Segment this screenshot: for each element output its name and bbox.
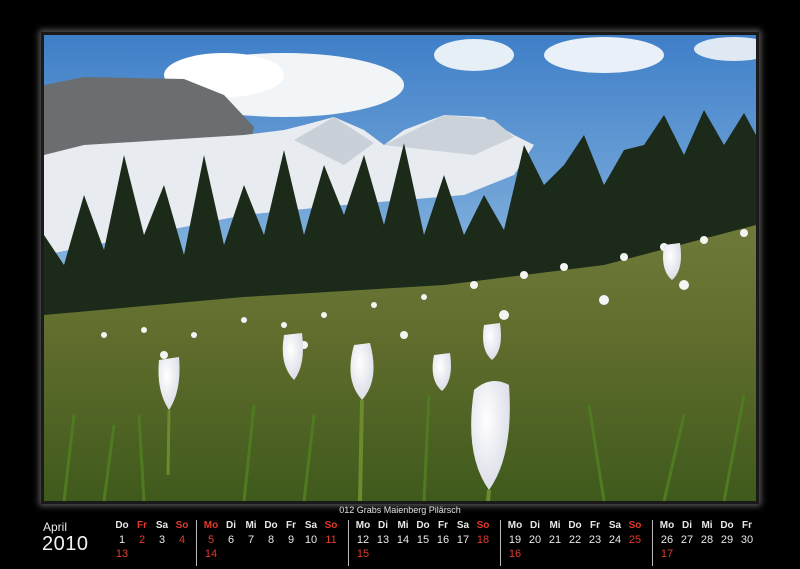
weekday-label: Fr	[590, 520, 600, 531]
week-1: Do Fr Sa So 1 2 3 4 13	[108, 520, 194, 566]
weekday-label: Di	[682, 520, 692, 531]
weekday-label: Fr	[286, 520, 296, 531]
weekday-header-row: Mo Di Mi Do Fr Sa So	[353, 520, 493, 531]
photo-caption: 012 Grabs Maienberg Pilärsch	[339, 505, 461, 515]
date-cell: 11	[325, 534, 337, 546]
date-cell: 1	[118, 534, 126, 546]
date-cell: 10	[304, 534, 318, 546]
date-cell: 29	[720, 534, 734, 546]
cloud	[544, 37, 664, 73]
weekday-label: Di	[378, 520, 388, 531]
weekday-label: Sa	[608, 520, 622, 531]
year-label: 2010	[42, 533, 89, 555]
weekday-label: Mo	[355, 520, 371, 531]
date-cell: 9	[287, 534, 295, 546]
weekday-label: Sa	[304, 520, 318, 531]
weekday-label: Di	[226, 520, 236, 531]
date-row: 19 20 21 22 23 24 25	[505, 534, 645, 546]
week-number-row: 16	[505, 548, 525, 560]
weekday-label: Mi	[245, 520, 257, 531]
weekday-label: So	[324, 520, 338, 531]
date-cell: 22	[568, 534, 582, 546]
date-cell: 23	[588, 534, 602, 546]
date-cell: 4	[178, 534, 186, 546]
weekday-label: Mo	[659, 520, 675, 531]
week-number: 14	[204, 548, 218, 560]
date-cell: 13	[376, 534, 390, 546]
week-number-row: 14	[201, 548, 221, 560]
date-cell: 16	[436, 534, 450, 546]
week-3: Mo Di Mi Do Fr Sa So 12 13 14 15 16 17 1…	[348, 520, 499, 566]
date-cell: 17	[456, 534, 470, 546]
date-cell: 24	[608, 534, 622, 546]
date-cell: 3	[158, 534, 166, 546]
date-row: 12 13 14 15 16 17 18	[353, 534, 493, 546]
date-cell: 12	[356, 534, 370, 546]
week-number: 15	[356, 548, 370, 560]
weekday-label: Mi	[397, 520, 409, 531]
week-number: 13	[115, 548, 129, 560]
weekday-label: Sa	[456, 520, 470, 531]
date-cell: 25	[628, 534, 642, 546]
weekday-label: Do	[568, 520, 582, 531]
week-number-row: 15	[353, 548, 373, 560]
date-cell: 2	[138, 534, 146, 546]
date-cell: 26	[660, 534, 674, 546]
date-cell: 6	[227, 534, 235, 546]
weekday-label: Fr	[742, 520, 752, 531]
date-cell: 7	[247, 534, 255, 546]
weekday-label: Di	[530, 520, 540, 531]
weekday-label: Do	[720, 520, 734, 531]
date-cell: 8	[267, 534, 275, 546]
weekday-header-row: Mo Di Mi Do Fr Sa So	[505, 520, 645, 531]
week-2: Mo Di Mi Do Fr Sa So 5 6 7 8 9 10 11 14	[196, 520, 347, 566]
week-5: Mo Di Mi Do Fr 26 27 28 29 30 17	[652, 520, 763, 566]
date-cell: 27	[680, 534, 694, 546]
weekday-label: So	[175, 520, 189, 531]
weekday-label: Mi	[549, 520, 561, 531]
week-number: 17	[660, 548, 674, 560]
meadow-crocus-photo	[44, 35, 756, 501]
weekday-label: So	[628, 520, 642, 531]
weekday-header-row: Mo Di Mi Do Fr	[657, 520, 757, 531]
weekday-label: Mo	[203, 520, 219, 531]
weekday-label: Fr	[137, 520, 147, 531]
weekday-label: Sa	[155, 520, 169, 531]
date-row: 1 2 3 4	[112, 534, 192, 546]
weekday-label: Do	[115, 520, 129, 531]
week-number-row: 13	[112, 548, 132, 560]
weekday-label: So	[476, 520, 490, 531]
calendar-weeks: Do Fr Sa So 1 2 3 4 13 Mo Di Mi Do Fr Sa…	[108, 520, 762, 566]
month-label: April	[43, 520, 68, 534]
date-cell: 18	[476, 534, 490, 546]
date-row: 5 6 7 8 9 10 11	[201, 534, 341, 546]
weekday-header-row: Mo Di Mi Do Fr Sa So	[201, 520, 341, 531]
date-cell: 21	[548, 534, 562, 546]
date-cell: 20	[528, 534, 542, 546]
date-cell: 28	[700, 534, 714, 546]
date-cell: 30	[740, 534, 754, 546]
weekday-label: Do	[264, 520, 278, 531]
cloud	[434, 39, 514, 71]
weekday-label: Do	[416, 520, 430, 531]
date-cell: 14	[396, 534, 410, 546]
week-4: Mo Di Mi Do Fr Sa So 19 20 21 22 23 24 2…	[500, 520, 651, 566]
date-row: 26 27 28 29 30	[657, 534, 757, 546]
weekday-label: Fr	[438, 520, 448, 531]
photo-frame	[41, 32, 759, 504]
date-cell: 5	[207, 534, 215, 546]
weekday-header-row: Do Fr Sa So	[112, 520, 192, 531]
weekday-label: Mo	[507, 520, 523, 531]
week-number: 16	[508, 548, 522, 560]
week-number-row: 17	[657, 548, 677, 560]
date-cell: 19	[508, 534, 522, 546]
weekday-label: Mi	[701, 520, 713, 531]
date-cell: 15	[416, 534, 430, 546]
